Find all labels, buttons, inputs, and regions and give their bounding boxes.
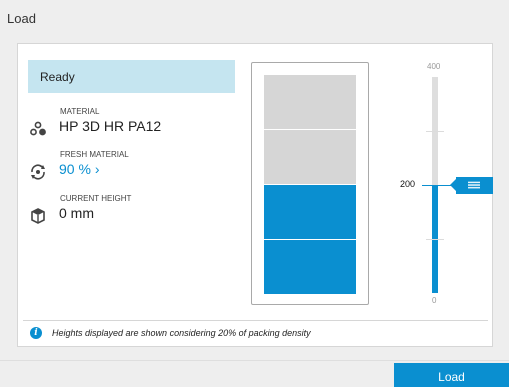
window-title: Load — [7, 11, 36, 26]
current-height-label: CURRENT HEIGHT — [60, 194, 132, 203]
level-segment — [264, 130, 356, 184]
title-bar: Load — [0, 0, 509, 42]
fresh-material-value: 90 % — [59, 161, 91, 177]
fresh-material-link[interactable]: 90 % › — [59, 161, 99, 177]
info-note-text: Heights displayed are shown considering … — [52, 328, 311, 338]
current-height-value: 0 mm — [59, 205, 94, 221]
info-icon: i — [30, 327, 42, 339]
info-note: i Heights displayed are shown considerin… — [23, 320, 488, 342]
material-label: MATERIAL — [60, 107, 100, 116]
scale-min-label: 0 — [432, 296, 437, 305]
load-button[interactable]: Load — [394, 363, 509, 387]
chevron-right-icon: › — [94, 161, 100, 177]
level-segment — [264, 75, 356, 129]
height-slider-handle[interactable] — [450, 177, 493, 194]
fresh-material-label: FRESH MATERIAL — [60, 150, 129, 159]
scale-tick — [426, 131, 444, 132]
level-container — [251, 62, 369, 305]
level-segment — [264, 240, 356, 294]
scale-max-label: 400 — [427, 62, 441, 71]
box-icon — [28, 206, 48, 226]
material-icon — [28, 119, 48, 139]
scale-tick — [426, 239, 444, 240]
material-value: HP 3D HR PA12 — [59, 118, 162, 134]
status-banner: Ready — [28, 60, 235, 93]
fresh-material-icon — [28, 162, 48, 182]
current-level-label: 200 — [400, 179, 416, 189]
load-panel: Ready MATERIAL HP 3D HR PA12 FRESH MATER… — [17, 43, 493, 347]
level-segment — [264, 185, 356, 239]
grip-icon — [468, 181, 480, 189]
